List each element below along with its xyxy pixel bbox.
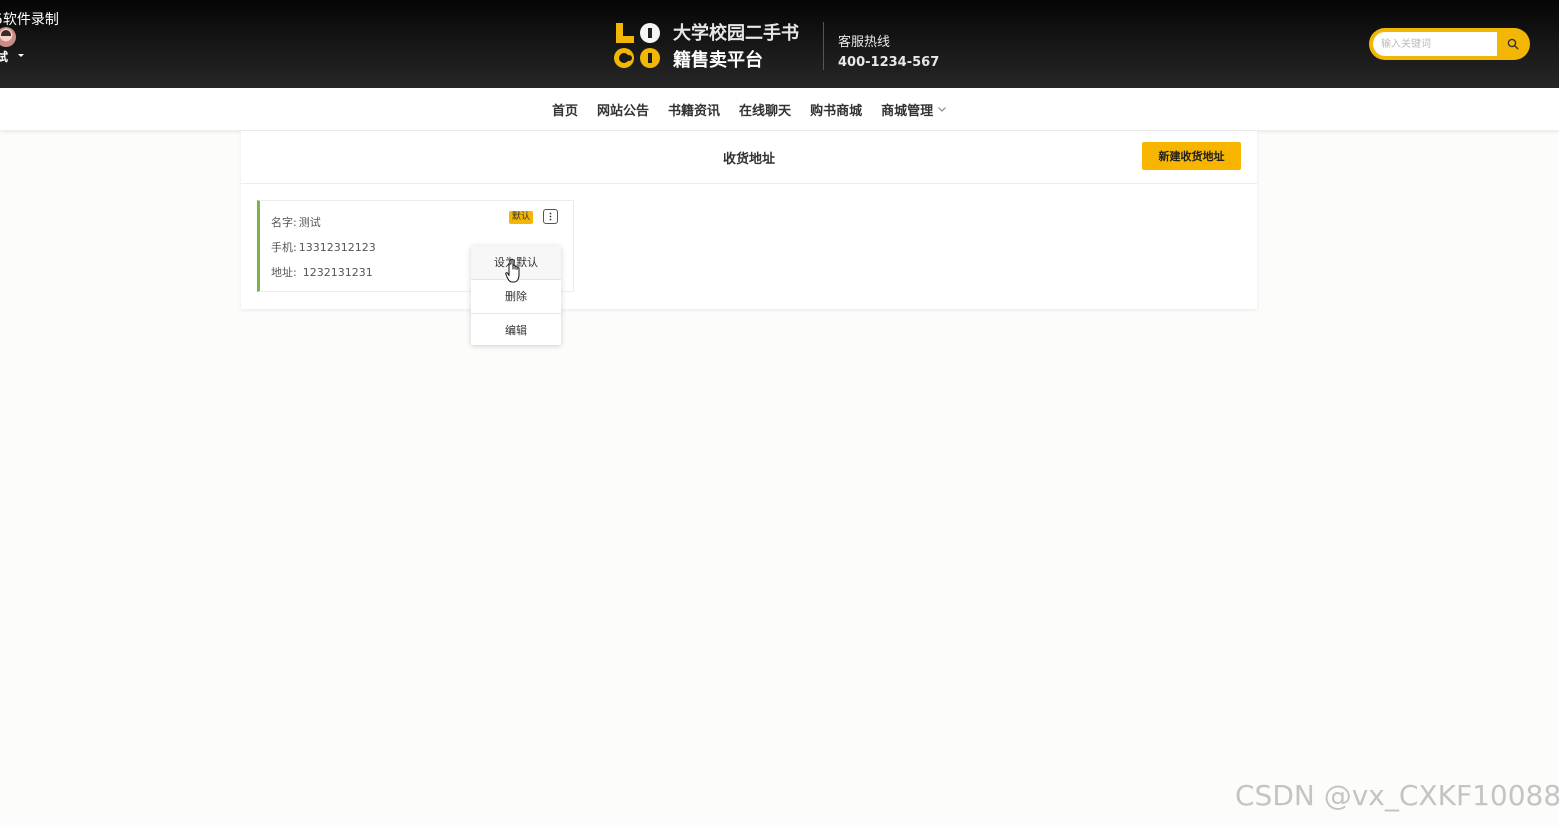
site-title-line2: 籍售卖平台 <box>673 50 763 71</box>
main-nav: 首页 网站公告 书籍资讯 在线聊天 购书商城 商城管理 <box>0 88 1559 130</box>
address-name-row: 名字: 测试 <box>271 214 321 230</box>
watermark: CSDN @vx_CXKF10088 <box>1235 779 1559 812</box>
address-name-label: 名字: <box>271 216 297 229</box>
site-title-line1: 大学校园二手书 <box>673 23 799 44</box>
nav-items: 首页 网站公告 书籍资讯 在线聊天 购书商城 商城管理 <box>552 88 966 130</box>
avatar[interactable] <box>0 27 16 47</box>
address-detail-value: 1232131231 <box>302 266 373 279</box>
nav-item-online-chat[interactable]: 在线聊天 <box>739 100 791 119</box>
more-options-button[interactable] <box>543 209 558 224</box>
logo-letter-g <box>614 48 634 68</box>
search-button[interactable] <box>1499 32 1526 56</box>
user-name[interactable]: 试 <box>0 48 8 65</box>
search-icon <box>1507 38 1519 50</box>
address-detail-label: 地址: <box>271 266 297 279</box>
page-title: 收货地址 <box>722 152 775 167</box>
nav-item-announcements[interactable]: 网站公告 <box>597 100 649 119</box>
new-address-button[interactable]: 新建收货地址 <box>1142 142 1241 170</box>
nav-item-mall-management[interactable]: 商城管理 <box>881 100 947 119</box>
hotline: 客服热线 400-1234-567 <box>838 33 939 73</box>
address-panel: 收货地址 新建收货地址 名字: 测试 手机: 13312312123 地址: 1232… <box>241 131 1257 309</box>
address-options-menu: 设为默认 删除 编辑 <box>471 246 561 345</box>
chevron-down-icon <box>938 107 947 112</box>
menu-item-delete[interactable]: 删除 <box>471 280 561 314</box>
address-name-value: 测试 <box>298 216 321 229</box>
search-box <box>1369 28 1530 60</box>
menu-item-set-default[interactable]: 设为默认 <box>471 246 561 280</box>
recorder-label: 5软件录制 <box>0 12 59 28</box>
logo-letter-l <box>614 23 634 43</box>
menu-item-edit[interactable]: 编辑 <box>471 314 561 347</box>
default-badge: 默认 <box>509 211 534 224</box>
caret-down-icon[interactable] <box>18 54 24 57</box>
nav-item-book-mall[interactable]: 购书商城 <box>810 100 862 119</box>
logo-letter-o <box>640 23 660 43</box>
header-divider <box>823 22 824 70</box>
address-phone-label: 手机: <box>271 241 297 254</box>
address-detail-row: 地址: 1232131231 <box>271 264 373 280</box>
address-phone-row: 手机: 13312312123 <box>271 239 376 255</box>
hotline-number: 400-1234-567 <box>838 55 940 70</box>
address-phone-value: 13312312123 <box>298 241 376 254</box>
more-vertical-icon <box>549 212 552 221</box>
nav-item-home[interactable]: 首页 <box>552 100 578 119</box>
nav-item-mall-management-label: 商城管理 <box>881 103 934 119</box>
search-input[interactable] <box>1373 32 1497 56</box>
hotline-label: 客服热线 <box>838 35 891 50</box>
nav-item-book-news[interactable]: 书籍资讯 <box>668 100 720 119</box>
site-header: 5软件录制 试 大学校园二手书 籍售卖平台 客服热线 400-1234-567 <box>0 0 1559 88</box>
logo-letter-o-second <box>640 48 660 68</box>
site-logo[interactable] <box>612 20 664 72</box>
panel-header: 收货地址 新建收货地址 <box>241 131 1257 184</box>
site-title: 大学校园二手书 籍售卖平台 <box>673 20 799 74</box>
